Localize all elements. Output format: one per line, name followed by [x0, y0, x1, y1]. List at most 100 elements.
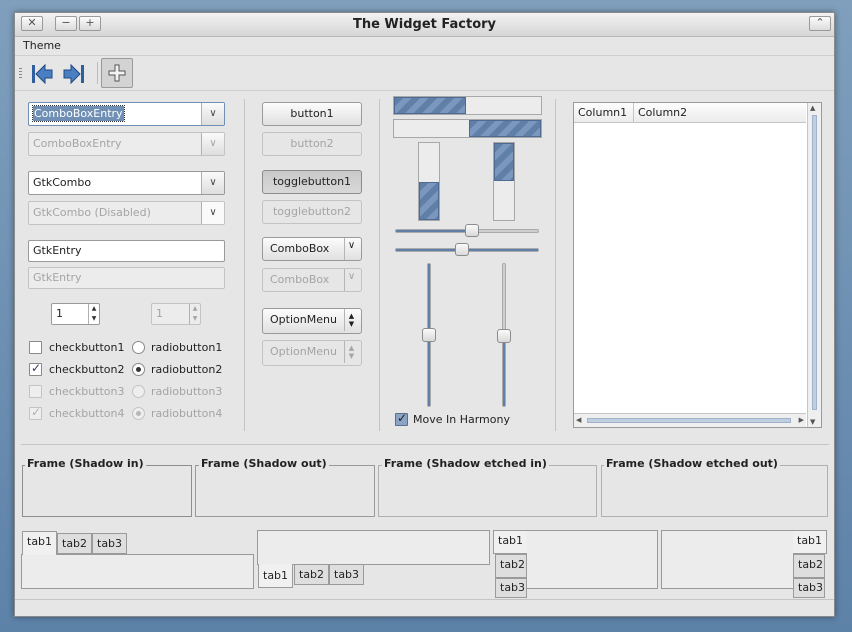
add-toggle-button[interactable]	[101, 58, 133, 88]
spin-down-icon: ▼	[348, 352, 355, 360]
hscale-2-knob[interactable]	[455, 243, 469, 256]
radio-dot-icon	[136, 367, 141, 372]
toolbar	[15, 55, 834, 91]
spin-up-icon: ▲	[348, 344, 355, 352]
gtk-combo-disabled: GtkCombo (Disabled) ∨	[28, 201, 225, 225]
checkbutton1-box[interactable]	[29, 341, 42, 354]
vscale-2-knob[interactable]	[497, 329, 511, 343]
updown-icon: ▲ ▼	[344, 309, 358, 331]
separator	[21, 444, 829, 445]
radiobutton3-circle	[132, 385, 145, 398]
tab1[interactable]: tab1	[793, 530, 827, 554]
notebook-left-pane	[526, 530, 658, 589]
spin-button-disabled-value: 1	[156, 307, 163, 320]
tab2[interactable]: tab2	[57, 533, 93, 554]
gtk-entry[interactable]: GtkEntry	[28, 240, 225, 262]
checkbutton4-label: checkbutton4	[49, 407, 125, 420]
tab1[interactable]: tab1	[22, 531, 58, 555]
radiobutton1-label: radiobutton1	[151, 341, 223, 354]
tab1[interactable]: tab1	[493, 530, 527, 554]
check-icon: ✓	[31, 405, 42, 419]
progress-bar-h2	[393, 119, 542, 138]
chevron-down-icon: ∨	[344, 269, 358, 291]
chevron-down-icon: ∨	[201, 202, 224, 224]
gtk-combo-disabled-text: GtkCombo (Disabled)	[33, 206, 151, 219]
menu-bar: Theme	[15, 37, 834, 55]
frame-shadow-in	[22, 465, 192, 517]
go-first-icon[interactable]	[29, 61, 55, 87]
tab3[interactable]: tab3	[793, 578, 825, 598]
tab3[interactable]: tab3	[495, 578, 527, 598]
chevron-down-icon: ∨	[344, 238, 358, 260]
checkbutton4-box: ✓	[29, 405, 42, 420]
scroll-right-icon[interactable]: ▶	[799, 416, 804, 424]
checkbutton3-label: checkbutton3	[49, 385, 125, 398]
progress-bar-v2	[493, 142, 515, 221]
column-header-1[interactable]: Column1	[574, 103, 634, 123]
option-menu-value: OptionMenu	[270, 313, 337, 326]
frame-shadow-out-label: Frame (Shadow out)	[199, 457, 329, 470]
spin-up-icon[interactable]: ▲	[89, 304, 99, 314]
chevron-down-icon[interactable]: ∨	[201, 172, 224, 194]
scrollbar-thumb[interactable]	[587, 418, 791, 423]
vscale-fill	[503, 335, 505, 406]
add-icon	[108, 64, 126, 82]
radiobutton2-circle[interactable]	[132, 363, 145, 376]
notebook-right-pane	[661, 530, 794, 589]
tab2[interactable]: tab2	[294, 564, 330, 585]
tab1[interactable]: tab1	[258, 564, 294, 588]
progress-fill	[469, 120, 541, 137]
frame-shadow-out	[195, 465, 375, 517]
gtk-combo-text[interactable]: GtkCombo	[29, 172, 201, 194]
scroll-up-icon[interactable]: ▲	[810, 104, 815, 112]
separator	[379, 99, 380, 431]
horizontal-scrollbar[interactable]: ◀ ▶	[574, 413, 806, 427]
scroll-down-icon[interactable]: ▼	[810, 418, 815, 426]
separator	[244, 99, 245, 431]
tree-view[interactable]: Column1 Column2 ▲ ▼ ◀ ▶	[573, 102, 822, 428]
frame-shadow-etched-in	[378, 465, 597, 517]
button2: button2	[262, 132, 362, 156]
checkbutton2-label: checkbutton2	[49, 363, 125, 376]
hscale-1-knob[interactable]	[465, 224, 479, 237]
spin-down-icon: ▼	[192, 315, 198, 322]
window-title: The Widget Factory	[352, 17, 497, 32]
title-bar[interactable]: ✕ − + The Widget Factory ⌃	[15, 13, 834, 37]
menu-theme[interactable]: Theme	[23, 39, 61, 52]
chevron-down-icon[interactable]: ∨	[201, 103, 224, 125]
toolbar-grip[interactable]	[19, 68, 22, 78]
go-last-icon[interactable]	[61, 61, 87, 87]
scroll-left-icon[interactable]: ◀	[576, 416, 581, 424]
column-header-2[interactable]: Column2	[634, 103, 806, 123]
tab3[interactable]: tab3	[92, 533, 128, 554]
frame-shadow-etched-out	[601, 465, 828, 517]
combobox-value: ComboBox	[270, 242, 330, 255]
shade-button[interactable]: ⌃	[809, 16, 831, 31]
radiobutton1-circle[interactable]	[132, 341, 145, 354]
combobox[interactable]: ComboBox ∨	[262, 237, 362, 261]
combo-box-entry[interactable]: ComboBoxEntry ∨	[28, 102, 225, 126]
button1[interactable]: button1	[262, 102, 362, 126]
tab3[interactable]: tab3	[329, 564, 365, 585]
option-menu-disabled-value: OptionMenu	[270, 345, 337, 358]
spin-down-icon[interactable]: ▼	[89, 314, 99, 324]
tab2[interactable]: tab2	[793, 554, 825, 578]
checkbutton2-box[interactable]: ✓	[29, 361, 42, 376]
combo-box-entry-text[interactable]: ComboBoxEntry	[29, 103, 201, 125]
tab2[interactable]: tab2	[495, 554, 527, 578]
checkbutton1-label: checkbutton1	[49, 341, 125, 354]
vertical-scrollbar[interactable]: ▲ ▼	[807, 103, 821, 427]
gtk-combo[interactable]: GtkCombo ∨	[28, 171, 225, 195]
progress-bar-v1	[418, 142, 440, 221]
gtk-entry-disabled: GtkEntry	[28, 267, 225, 289]
scrollbar-thumb[interactable]	[812, 115, 817, 410]
notebook-bottom-pane	[257, 530, 490, 565]
vscale-1-knob[interactable]	[422, 328, 436, 342]
spin-button[interactable]: 1 ▲ ▼	[51, 303, 100, 325]
radiobutton2-label: radiobutton2	[151, 363, 223, 376]
radiobutton4-circle	[132, 407, 145, 420]
spin-button-value: 1	[56, 307, 63, 320]
togglebutton1[interactable]: togglebutton1	[262, 170, 362, 194]
move-in-harmony-checkbox[interactable]: ✓	[395, 411, 408, 426]
option-menu[interactable]: OptionMenu ▲ ▼	[262, 308, 362, 334]
